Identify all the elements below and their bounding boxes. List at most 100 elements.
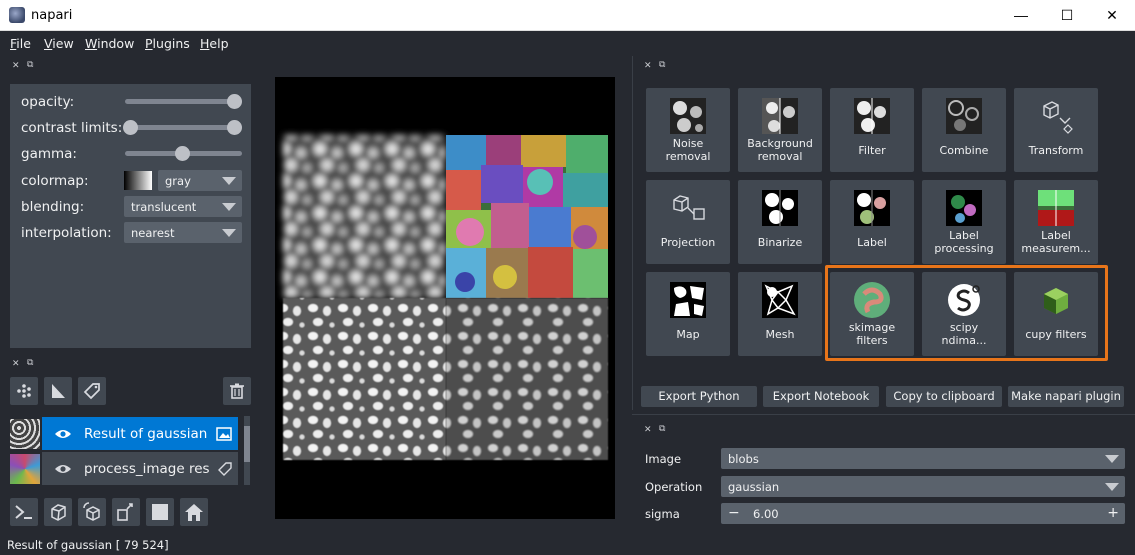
ndisplay-button[interactable] xyxy=(44,498,72,526)
tools-dock-float-icon[interactable]: ⧉ xyxy=(659,60,665,70)
sigma-param-label: sigma xyxy=(645,507,680,521)
image-icon xyxy=(216,427,232,441)
label-icon xyxy=(854,190,890,226)
new-shapes-button[interactable] xyxy=(44,377,72,405)
menu-view[interactable]: View xyxy=(44,36,74,51)
home-button[interactable] xyxy=(180,498,208,526)
eye-icon[interactable] xyxy=(54,463,72,475)
blobs-tile xyxy=(283,298,446,460)
tool-tile-label-measurement[interactable]: Label measurem... xyxy=(1014,180,1098,264)
contrast-min-handle[interactable] xyxy=(123,120,138,135)
status-bar: Result of gaussian [ 79 524] xyxy=(0,537,1135,555)
tool-tile-label: Binarize xyxy=(757,236,803,249)
make-napari-plugin-button[interactable]: Make napari plugin xyxy=(1008,386,1124,407)
shapes-icon xyxy=(52,384,65,398)
layer-name[interactable]: Result of gaussian xyxy=(84,426,207,442)
tool-tile-binarize[interactable]: Binarize xyxy=(738,180,822,264)
console-button[interactable] xyxy=(10,498,38,526)
layerlist-dock-close-icon[interactable]: ✕ xyxy=(12,359,20,369)
layerlist-dock-float-icon[interactable]: ⧉ xyxy=(27,358,33,368)
blending-select[interactable]: translucent xyxy=(124,196,242,217)
chevron-down-icon xyxy=(222,229,236,237)
tool-tile-mesh[interactable]: Mesh xyxy=(738,272,822,356)
image-select[interactable]: blobs xyxy=(721,448,1125,469)
status-text: Result of gaussian [ 79 524] xyxy=(7,538,169,552)
menu-file[interactable]: File xyxy=(10,36,31,51)
params-dock-float-icon[interactable]: ⧉ xyxy=(659,424,665,434)
tool-tile-label: removal xyxy=(757,150,803,163)
sigma-spinbox[interactable]: − 6.00 + xyxy=(721,503,1125,524)
params-dock-close-icon[interactable]: ✕ xyxy=(644,425,652,435)
label-image-tile xyxy=(446,135,608,298)
export-python-button[interactable]: Export Python xyxy=(641,386,757,407)
menu-help[interactable]: Help xyxy=(200,36,229,51)
tool-tile-combine[interactable]: Combine xyxy=(922,88,1006,172)
console-icon xyxy=(15,505,32,519)
transform-icon xyxy=(1043,101,1073,134)
menu-plugins[interactable]: Plugins xyxy=(145,36,190,51)
tool-tile-background-removal[interactable]: Background removal xyxy=(738,88,822,172)
interpolation-select[interactable]: nearest xyxy=(124,222,242,243)
tool-tile-label[interactable]: Label xyxy=(830,180,914,264)
new-points-button[interactable] xyxy=(10,377,38,405)
transpose-dims-button[interactable] xyxy=(112,498,140,526)
dock-close-icon[interactable]: ✕ xyxy=(12,61,20,71)
colormap-preview xyxy=(124,171,152,190)
scrollbar-thumb[interactable] xyxy=(244,426,250,462)
layer-item[interactable]: Result of gaussian xyxy=(8,417,240,450)
tool-tile-label-processing[interactable]: Label processing xyxy=(922,180,1006,264)
delete-layer-button[interactable] xyxy=(223,377,251,405)
viewer-canvas[interactable] xyxy=(275,77,615,519)
layer-item[interactable]: process_image resul xyxy=(8,452,240,485)
canvas-image-grid xyxy=(283,135,608,460)
eye-icon[interactable] xyxy=(54,428,72,440)
contrast-max-handle[interactable] xyxy=(227,120,242,135)
tools-dock-close-icon[interactable]: ✕ xyxy=(644,61,652,71)
menu-window[interactable]: Window xyxy=(85,36,134,51)
background-removal-icon xyxy=(762,98,798,134)
grid-view-button[interactable] xyxy=(146,498,174,526)
opacity-slider[interactable] xyxy=(125,99,242,104)
minimize-button[interactable]: — xyxy=(998,0,1044,30)
tool-tile-label: Filter xyxy=(858,144,886,157)
layer-list-scrollbar[interactable] xyxy=(244,416,250,485)
tool-tile-projection[interactable]: Projection xyxy=(646,180,730,264)
contrast-limits-label: contrast limits: xyxy=(21,120,123,136)
tool-tile-label: removal xyxy=(665,150,711,163)
tool-tile-label: Label xyxy=(857,236,887,249)
tool-tile-filter[interactable]: Filter xyxy=(830,88,914,172)
plugin-highlight-box xyxy=(825,265,1108,361)
tool-tile-transform[interactable]: Transform xyxy=(1014,88,1098,172)
colormap-label: colormap: xyxy=(21,173,89,189)
tool-tile-label: Mesh xyxy=(765,328,795,341)
roll-dims-button[interactable] xyxy=(78,498,106,526)
colormap-select[interactable]: gray xyxy=(158,170,242,191)
layer-name[interactable]: process_image resul xyxy=(84,461,210,477)
chevron-down-icon xyxy=(222,177,236,185)
map-icon xyxy=(670,282,706,318)
sigma-value[interactable]: 6.00 xyxy=(753,507,779,521)
tool-tile-label: Noise xyxy=(672,137,704,150)
maximize-button[interactable]: ☐ xyxy=(1044,0,1090,30)
dock-float-icon[interactable]: ⧉ xyxy=(27,60,33,70)
layer-controls-panel: opacity: contrast limits: gamma: colorma… xyxy=(10,84,251,348)
operation-select[interactable]: gaussian xyxy=(721,476,1125,497)
tool-tile-map[interactable]: Map xyxy=(646,272,730,356)
export-notebook-button[interactable]: Export Notebook xyxy=(763,386,879,407)
gamma-slider-handle[interactable] xyxy=(175,146,190,161)
grid-icon xyxy=(152,504,168,520)
filtered-blobs-tile xyxy=(446,298,608,460)
label-measurement-icon xyxy=(1038,190,1074,226)
close-button[interactable]: ✕ xyxy=(1089,0,1135,30)
new-labels-button[interactable] xyxy=(78,377,106,405)
blending-label: blending: xyxy=(21,199,85,215)
tool-tile-label: Transform xyxy=(1028,144,1084,157)
tool-tile-noise-removal[interactable]: Noise removal xyxy=(646,88,730,172)
opacity-slider-handle[interactable] xyxy=(227,94,242,109)
gamma-label: gamma: xyxy=(21,146,77,162)
decrement-icon[interactable]: − xyxy=(728,505,740,521)
contrast-limits-slider[interactable] xyxy=(125,125,242,130)
copy-to-clipboard-button[interactable]: Copy to clipboard xyxy=(886,386,1002,407)
tool-tile-label: Combine xyxy=(939,144,989,157)
increment-icon[interactable]: + xyxy=(1107,505,1119,521)
